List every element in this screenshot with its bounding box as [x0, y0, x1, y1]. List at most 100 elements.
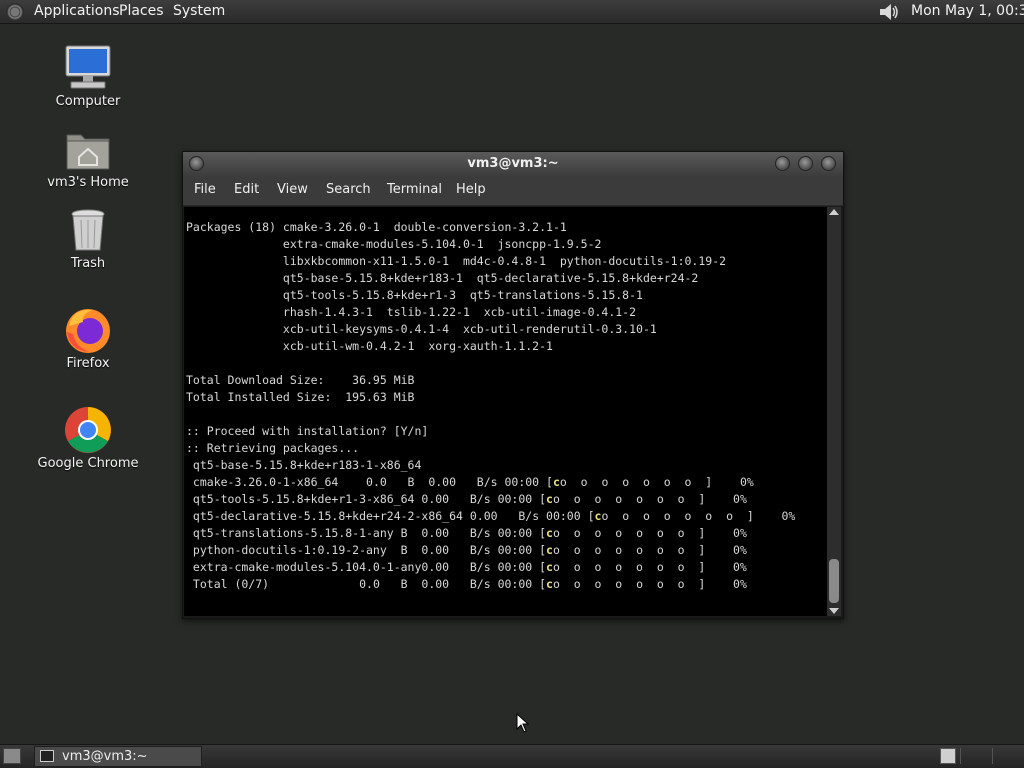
progress-percent: 0%: [733, 526, 747, 540]
maximize-button[interactable]: [798, 156, 813, 171]
terminal-line: Total Download Size: 36.95 MiB: [186, 373, 415, 387]
progress-stats: 0.00 B/s 00:00 [: [421, 560, 547, 574]
menu-terminal[interactable]: Terminal: [387, 182, 442, 197]
scroll-down-icon[interactable]: [829, 608, 839, 614]
menu-applications[interactable]: Applications: [34, 3, 120, 19]
window-titlebar[interactable]: vm3@vm3:~: [183, 152, 843, 177]
progress-percent: 0%: [733, 492, 747, 506]
terminal-line: qt5-base-5.15.8+kde+r183-1 qt5-declarati…: [186, 271, 699, 285]
progress-pacman: c: [546, 560, 553, 574]
progress-package: qt5-declarative-5.15.8+kde+r24-2-x86_64: [186, 509, 463, 523]
menu-edit[interactable]: Edit: [234, 182, 259, 197]
progress-row: extra-cmake-modules-5.104.0-1-any0.00 B/…: [186, 559, 827, 576]
progress-pacman: c: [546, 492, 553, 506]
terminal-icon: [40, 750, 54, 762]
progress-percent: 0%: [781, 509, 796, 523]
progress-row: qt5-declarative-5.15.8+kde+r24-2-x86_64 …: [186, 508, 827, 525]
workspace-2[interactable]: [960, 748, 991, 764]
terminal-line: qt5-base-5.15.8+kde+r183-1-x86_64: [186, 458, 422, 472]
progress-stats: B 0.00 B/s 00:00 [: [393, 526, 547, 540]
progress-percent: 0%: [733, 543, 747, 557]
progress-dots: o o o o o o o ]: [552, 560, 706, 574]
progress-package: cmake-3.26.0-1-x86_64: [186, 475, 360, 489]
terminal-line: xcb-util-keysyms-0.4.1-4 xcb-util-render…: [186, 322, 657, 336]
progress-pacman: c: [546, 526, 553, 540]
desktop-icon-computer[interactable]: Computer: [33, 44, 143, 109]
progress-row: qt5-translations-5.15.8-1-any B 0.00 B/s…: [186, 525, 827, 542]
terminal-line: Packages (18) cmake-3.26.0-1 double-conv…: [186, 220, 567, 234]
menu-file[interactable]: File: [194, 182, 216, 197]
progress-percent: 0%: [739, 475, 754, 489]
terminal-line: :: Retrieving packages...: [186, 441, 360, 455]
progress-row: cmake-3.26.0-1-x86_64 0.0 B 0.00 B/s 00:…: [186, 474, 827, 491]
progress-dots: o o o o o o o ]: [552, 492, 706, 506]
terminal-line: libxkbcommon-x11-1.5.0-1 md4c-0.4.8-1 py…: [186, 254, 727, 268]
progress-package: qt5-translations-5.15.8-1-any: [186, 526, 394, 540]
taskbar-item-terminal[interactable]: vm3@vm3:~: [34, 746, 202, 767]
progress-dots: o o o o o o o ]: [552, 577, 706, 591]
desktop-icon-home[interactable]: vm3's Home: [33, 127, 143, 190]
clock[interactable]: Mon May 1, 00:38: [911, 3, 1024, 19]
workspace-1[interactable]: [940, 748, 956, 764]
show-desktop-icon[interactable]: [3, 748, 21, 764]
progress-stats: 0.0 B 0.00 B/s 00:00 [: [352, 577, 547, 591]
computer-icon: [65, 45, 111, 89]
window-menubar: File Edit View Search Terminal Help: [183, 177, 843, 206]
progress-dots: o o o o o o o ]: [559, 475, 713, 489]
desktop-icon-label: Computer: [55, 94, 121, 109]
top-panel: Applications Places System Mon May 1, 00…: [0, 0, 1024, 24]
terminal-line: rhash-1.4.3-1 tslib-1.22-1 xcb-util-imag…: [186, 305, 637, 319]
scrollbar-thumb[interactable]: [829, 559, 839, 603]
desktop-icon-label: Google Chrome: [37, 456, 139, 471]
menu-help[interactable]: Help: [456, 182, 486, 197]
mouse-pointer-icon: [516, 713, 530, 733]
progress-row: python-docutils-1:0.19-2-any B 0.00 B/s …: [186, 542, 827, 559]
desktop-icon-trash[interactable]: Trash: [33, 208, 143, 271]
progress-row: Total (0/7) 0.0 B 0.00 B/s 00:00 [co o o…: [186, 576, 827, 593]
minimize-button[interactable]: [775, 156, 790, 171]
firefox-icon: [66, 309, 110, 353]
progress-stats: 0.0 B 0.00 B/s 00:00 [: [359, 475, 553, 489]
volume-icon[interactable]: [878, 3, 900, 21]
progress-pacman: c: [546, 543, 553, 557]
terminal-line: :: Proceed with installation? [Y/n]: [186, 424, 429, 438]
progress-dots: o o o o o o o ]: [552, 543, 706, 557]
terminal-window[interactable]: vm3@vm3:~ File Edit View Search Terminal…: [182, 151, 844, 619]
scroll-up-icon[interactable]: [829, 209, 839, 215]
desktop-icon-label: vm3's Home: [47, 175, 129, 190]
trash-icon: [71, 209, 105, 251]
bottom-panel: vm3@vm3:~: [0, 744, 1024, 768]
progress-package: python-docutils-1:0.19-2-any: [186, 543, 387, 557]
progress-row: qt5-tools-5.15.8+kde+r1-3-x86_64 0.00 B/…: [186, 491, 827, 508]
terminal-line: qt5-tools-5.15.8+kde+r1-3 qt5-translatio…: [186, 288, 643, 302]
terminal-line: xcb-util-wm-0.4.2-1 xorg-xauth-1.1.2-1: [186, 339, 553, 353]
workspace-3[interactable]: [992, 748, 1023, 764]
menu-places[interactable]: Places: [119, 3, 164, 19]
terminal-line: extra-cmake-modules-5.104.0-1 jsoncpp-1.…: [186, 237, 602, 251]
progress-dots: o o o o o o o ]: [601, 509, 754, 523]
home-folder-icon: [66, 134, 110, 170]
taskbar-item-label: vm3@vm3:~: [62, 749, 148, 764]
progress-stats: B 0.00 B/s 00:00 [: [386, 543, 547, 557]
terminal-output[interactable]: Packages (18) cmake-3.26.0-1 double-conv…: [184, 207, 827, 616]
desktop-icon-firefox[interactable]: Firefox: [33, 306, 143, 371]
progress-stats: 0.00 B/s 00:00 [: [414, 492, 547, 506]
terminal-text: Packages (18) cmake-3.26.0-1 double-conv…: [184, 207, 827, 593]
distro-logo-icon[interactable]: [6, 3, 24, 21]
progress-pacman: c: [546, 577, 553, 591]
menu-search[interactable]: Search: [326, 182, 371, 197]
progress-percent: 0%: [733, 560, 747, 574]
terminal-line: Total Installed Size: 195.63 MiB: [186, 390, 415, 404]
progress-dots: o o o o o o o ]: [552, 526, 706, 540]
progress-package: qt5-tools-5.15.8+kde+r1-3-x86_64: [186, 492, 415, 506]
terminal-scrollbar[interactable]: [827, 207, 841, 616]
progress-pacman: c: [552, 475, 560, 489]
chrome-icon: [65, 407, 111, 453]
progress-package: extra-cmake-modules-5.104.0-1-any: [186, 560, 422, 574]
menu-view[interactable]: View: [277, 182, 308, 197]
desktop-icon-google-chrome[interactable]: Google Chrome: [33, 406, 143, 471]
menu-system[interactable]: System: [173, 3, 225, 19]
close-button[interactable]: [821, 156, 836, 171]
